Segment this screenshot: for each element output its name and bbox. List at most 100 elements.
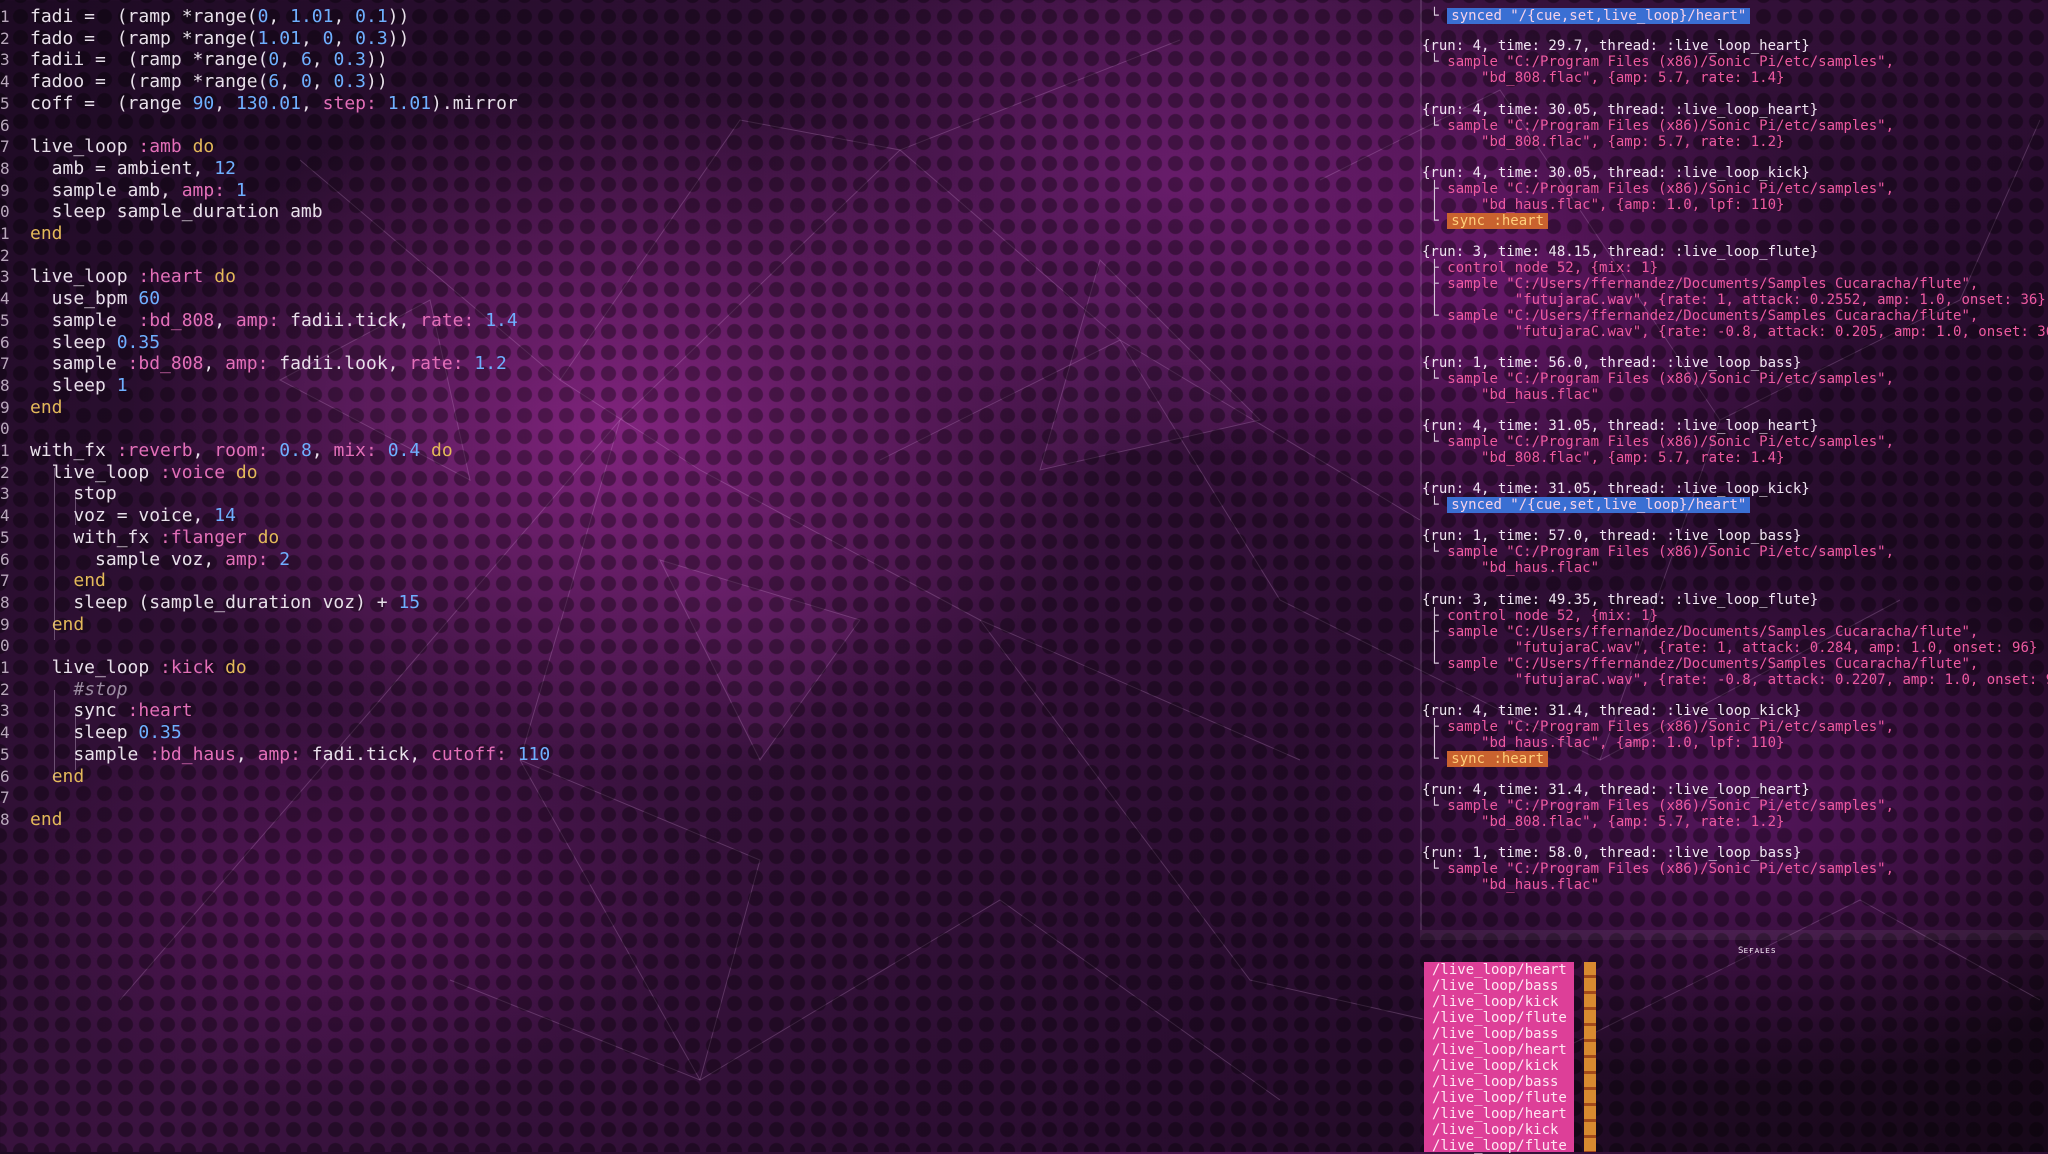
code-line[interactable]: 6 sleep 0.35 (0, 332, 160, 354)
code-token: :reverb (116, 440, 193, 461)
line-number: 8 (0, 375, 10, 395)
log-line: "futujaraC.wav", {rate: -0.8, attack: 0.… (1422, 672, 2048, 688)
code-line[interactable]: 3 fadii = (ramp *range(0, 6, 0.3)) (0, 49, 388, 71)
code-token: , (214, 92, 236, 114)
code-token: :heart (138, 266, 204, 288)
code-token: )) (366, 71, 388, 93)
code-line[interactable]: 7 end (0, 570, 106, 592)
code-line[interactable]: 2 live_loop :voice do (0, 462, 258, 484)
cue-item[interactable]: /live_loop/kick (1424, 1058, 1574, 1074)
line-number: 1 (0, 658, 10, 677)
code-token: :bd_808 (138, 309, 215, 331)
code-token: 60 (138, 288, 161, 310)
log-tree-glyph (1422, 387, 1447, 403)
cue-activity-bar (1584, 962, 1596, 1152)
cue-item[interactable]: /live_loop/flute (1424, 1090, 1574, 1106)
code-line[interactable]: 6 end (0, 766, 84, 788)
code-token: use_bpm (30, 288, 139, 310)
log-tree-glyph: └ (1422, 213, 1448, 229)
code-line[interactable]: 8 amb = ambient, 12 (0, 158, 236, 180)
code-line[interactable]: 5 sample :bd_808, amp: fadii.tick, rate:… (0, 310, 518, 332)
code-line[interactable]: 1 end (0, 223, 63, 245)
log-tree-glyph: └ (1422, 861, 1448, 877)
code-token: 0.8 (279, 440, 312, 461)
log-tree-glyph: │ (1422, 197, 1448, 213)
code-line[interactable]: 2 fado = (ramp *range(1.01, 0, 0.3)) (0, 28, 409, 50)
code-token: , (279, 71, 301, 93)
code-token: fadoo = (ramp *range( (30, 71, 269, 93)
code-line[interactable]: 0 (0, 418, 30, 440)
code-line[interactable]: 5 sample :bd_haus, amp: fadi.tick, cutof… (0, 744, 550, 766)
cue-item[interactable]: /live_loop/kick (1424, 1122, 1574, 1138)
line-number: 7 (0, 788, 10, 808)
code-token: end (30, 808, 63, 830)
code-line[interactable]: 9 end (0, 397, 63, 419)
cue-item[interactable]: /live_loop/flute (1424, 1010, 1574, 1026)
cue-item[interactable]: /live_loop/bass (1424, 1074, 1574, 1090)
code-token: cutoff: (431, 743, 507, 765)
log-tree-glyph: ├ (1422, 608, 1448, 624)
code-line[interactable]: 7 live_loop :amb do (0, 136, 214, 158)
code-line[interactable]: 8 sleep 1 (0, 375, 128, 397)
cue-item[interactable]: /live_loop/heart (1424, 1106, 1574, 1122)
log-line: ├ sample "C:/Users/ffernandez/Documents/… (1422, 624, 1978, 640)
cue-list[interactable]: /live_loop/heart/live_loop/bass/live_loo… (1424, 962, 1574, 1154)
code-line[interactable]: 4 sleep 0.35 (0, 722, 182, 744)
code-line[interactable]: 2 #stop (0, 679, 128, 701)
cue-item[interactable]: /live_loop/heart (1424, 1042, 1574, 1058)
line-number: 4 (0, 723, 10, 743)
panel-divider[interactable] (1420, 930, 2048, 940)
cue-item[interactable]: /live_loop/bass (1424, 978, 1574, 994)
line-number: 5 (0, 310, 10, 330)
code-line[interactable]: 7 sample :bd_808, amp: fadii.look, rate:… (0, 353, 507, 375)
log-tree-glyph: └ (1422, 434, 1448, 450)
line-number: 6 (0, 766, 10, 786)
code-line[interactable]: 7 (0, 787, 30, 809)
code-line[interactable]: 0 (0, 635, 30, 657)
code-token: with_fx (30, 440, 117, 461)
code-line[interactable]: 4 fadoo = (ramp *range(6, 0, 0.3)) (0, 71, 388, 93)
code-line[interactable]: 3 stop (0, 483, 117, 505)
code-line[interactable]: 4 use_bpm 60 (0, 288, 160, 310)
code-editor[interactable]: 1 fadi = (ramp *range(0, 1.01, 0.1)) 2 fado… (0, 0, 1080, 860)
code-line[interactable]: 1 fadi = (ramp *range(0, 1.01, 0.1)) (0, 6, 409, 28)
code-line[interactable]: 4 voz = voice, 14 (0, 505, 236, 527)
cue-item[interactable]: /live_loop/heart (1424, 962, 1574, 978)
code-token: live_loop (30, 136, 139, 158)
code-line[interactable]: 0 sleep sample_duration amb (0, 201, 323, 223)
code-token: 14 (214, 505, 236, 527)
code-token: 0.35 (116, 331, 161, 353)
line-number: 9 (0, 397, 10, 417)
line-number: 6 (0, 549, 10, 569)
code-line[interactable]: 5 with_fx :flanger do (0, 527, 279, 549)
code-line[interactable]: 6 sample voz, amp: 2 (0, 549, 290, 571)
code-line[interactable]: 8 sleep (sample_duration voz) + 15 (0, 592, 420, 614)
cue-item[interactable]: /live_loop/bass (1424, 1026, 1574, 1042)
code-line[interactable]: 3 live_loop :heart do (0, 266, 236, 288)
code-token: sleep (30, 374, 117, 396)
code-line[interactable]: 9 sample amb, amp: 1 (0, 180, 247, 202)
line-number: 3 (0, 484, 10, 504)
line-number: 7 (0, 137, 10, 157)
code-line[interactable]: 1 with_fx :reverb, room: 0.8, mix: 0.4 do (0, 440, 453, 462)
log-tree-glyph: └ (1422, 798, 1448, 814)
code-token: 0.1 (355, 6, 388, 27)
code-line[interactable]: 3 sync :heart (0, 700, 193, 722)
code-token: end (51, 613, 85, 635)
code-line[interactable]: 9 end (0, 614, 84, 636)
code-token: , (214, 309, 236, 331)
code-line[interactable]: 8 end (0, 809, 63, 831)
log-panel[interactable]: └ synced "/{cue,set,live_loop}/heart" {ru… (1420, 0, 2048, 930)
code-line[interactable]: 5 coff = (range 90, 130.01, step: 1.01).m… (0, 93, 518, 115)
code-token: 0 (300, 71, 312, 93)
log-line: └ sample "C:/Program Files (x86)/Sonic P… (1422, 54, 1894, 70)
cue-item[interactable]: /live_loop/kick (1424, 994, 1574, 1010)
code-line[interactable]: 6 (0, 115, 30, 137)
code-line[interactable]: 1 live_loop :kick do (0, 657, 247, 679)
code-line[interactable]: 2 (0, 245, 30, 267)
